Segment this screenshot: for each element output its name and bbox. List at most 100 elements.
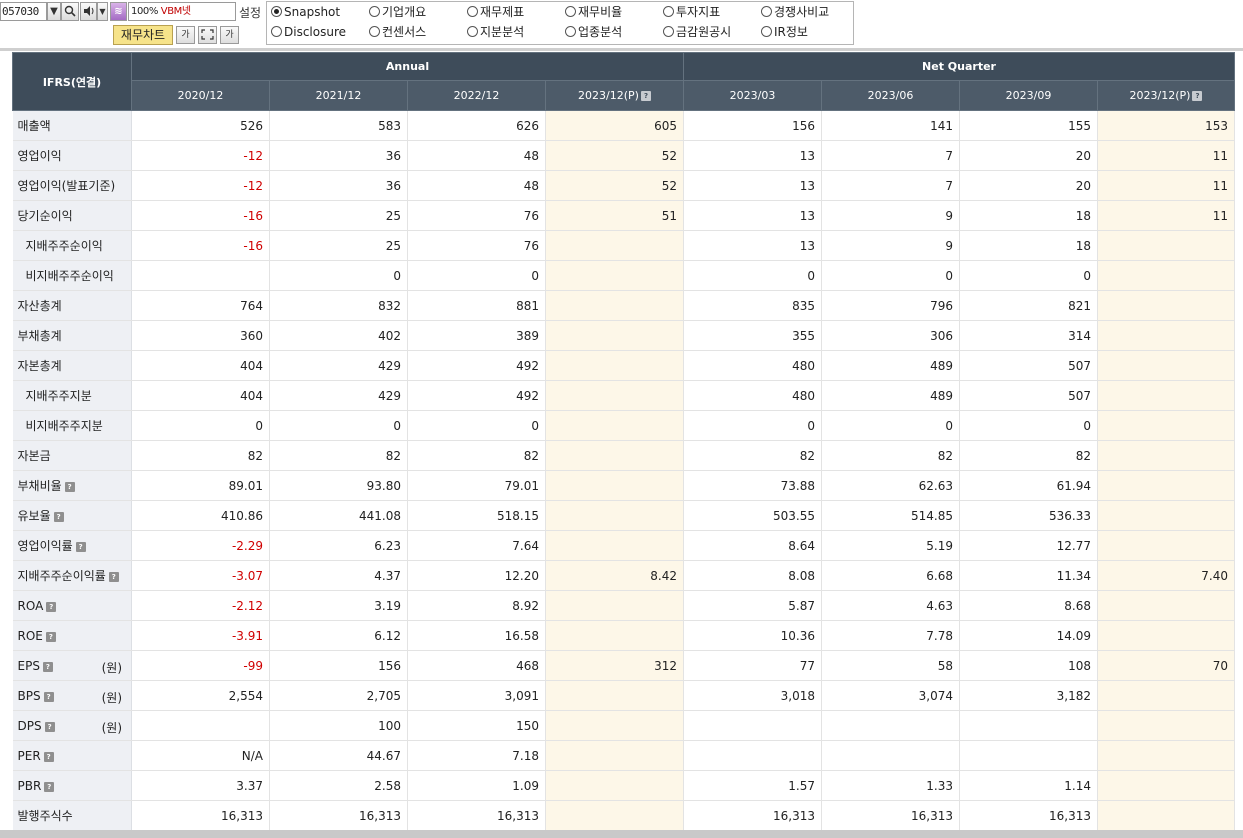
table-cell: 9 bbox=[821, 230, 961, 261]
help-icon[interactable]: ? bbox=[43, 751, 54, 762]
table-cell: 48 bbox=[407, 170, 546, 201]
period-header: 2020/12 bbox=[131, 80, 270, 111]
help-icon[interactable]: ? bbox=[45, 631, 56, 642]
table-cell: 77 bbox=[683, 650, 823, 681]
help-icon[interactable]: ? bbox=[64, 482, 75, 492]
row-label: 매출액 bbox=[12, 110, 132, 141]
help-icon[interactable]: ? bbox=[44, 721, 55, 732]
period-header: 2023/12(P)? bbox=[1097, 80, 1236, 111]
radio-shareholding[interactable]: 지분분석 bbox=[467, 24, 524, 40]
help-icon[interactable]: ? bbox=[53, 512, 64, 522]
table-cell: 0 bbox=[821, 410, 961, 441]
fullscreen-icon[interactable] bbox=[198, 26, 217, 44]
table-cell: 20 bbox=[959, 170, 1099, 201]
table-cell: -2.12 bbox=[131, 590, 270, 621]
table-cell: 1.09 bbox=[407, 770, 546, 801]
row-label: 발행주식수 bbox=[12, 800, 132, 831]
table-cell: 312 bbox=[545, 650, 685, 681]
table-cell: 492 bbox=[407, 380, 546, 411]
table-cell bbox=[545, 740, 685, 771]
search-icon[interactable] bbox=[61, 2, 79, 21]
unit-label: (원) bbox=[101, 691, 122, 705]
font-larger-button[interactable]: 가 bbox=[176, 26, 195, 44]
sound-dropdown-icon[interactable]: ▼ bbox=[97, 2, 108, 21]
row-label: 영업이익 bbox=[12, 140, 132, 171]
row-label-text: 부채비율 bbox=[17, 479, 62, 493]
row-label: 부채비율? bbox=[12, 470, 132, 501]
table-cell: 12.77 bbox=[959, 530, 1099, 561]
radio-disclosure[interactable]: Disclosure bbox=[271, 24, 346, 40]
radio-icon bbox=[467, 26, 478, 37]
table-cell: 492 bbox=[407, 350, 546, 381]
radio-peer-comparison[interactable]: 경쟁사비교 bbox=[761, 4, 829, 20]
financial-summary-table: IFRS(연결) Annual Net Quarter 2020/12 2021/… bbox=[12, 52, 1236, 831]
zoom-selector[interactable]: 100% VBM넷 bbox=[128, 2, 236, 21]
speaker-icon[interactable] bbox=[80, 2, 97, 21]
help-icon[interactable]: ? bbox=[1192, 91, 1203, 101]
table-row: 매출액 526 583 626 605 156 141 155 153 bbox=[12, 110, 1236, 141]
sort-icon[interactable]: ≋ bbox=[110, 2, 127, 21]
radio-fss-disclosure[interactable]: 금감원공시 bbox=[663, 24, 731, 40]
radio-icon bbox=[761, 6, 772, 17]
help-icon[interactable]: ? bbox=[640, 91, 651, 101]
row-label-text: 영업이익(발표기준) bbox=[17, 179, 116, 193]
row-label-text: 부채총계 bbox=[17, 329, 62, 343]
help-icon[interactable]: ? bbox=[43, 691, 54, 702]
table-cell: 16,313 bbox=[407, 800, 546, 831]
table-cell: 468 bbox=[407, 650, 546, 681]
toolbar-divider bbox=[0, 48, 1243, 51]
radio-investment-indicators[interactable]: 투자지표 bbox=[663, 4, 720, 20]
table-cell: 489 bbox=[821, 350, 961, 381]
period-label: 2023/12(P) bbox=[578, 89, 639, 102]
row-label-text: 자본금 bbox=[17, 449, 51, 463]
help-icon[interactable]: ? bbox=[75, 542, 86, 552]
table-cell: 82 bbox=[959, 440, 1099, 471]
table-row: ROE? -3.91 6.12 16.58 10.36 7.78 14.09 bbox=[12, 620, 1236, 651]
radio-industry-analysis[interactable]: 업종분석 bbox=[565, 24, 622, 40]
row-label-text: PER bbox=[17, 748, 41, 763]
table-cell: 0 bbox=[683, 260, 823, 291]
table-cell: 153 bbox=[1097, 110, 1236, 141]
table-cell bbox=[545, 350, 685, 381]
table-cell: 526 bbox=[131, 110, 270, 141]
table-row: PBR? 3.37 2.58 1.09 1.57 1.33 1.14 bbox=[12, 770, 1236, 801]
help-icon[interactable]: ? bbox=[44, 781, 55, 792]
help-icon[interactable]: ? bbox=[108, 572, 119, 582]
table-cell: 73.88 bbox=[683, 470, 823, 501]
radio-label: Disclosure bbox=[284, 25, 347, 39]
help-icon[interactable]: ? bbox=[46, 601, 57, 612]
table-cell: 36 bbox=[269, 140, 408, 171]
radio-ir-info[interactable]: IR정보 bbox=[761, 24, 808, 40]
row-label: ROA? bbox=[12, 590, 132, 621]
font-smaller-button[interactable]: 가 bbox=[220, 26, 239, 44]
radio-label: Snapshot bbox=[284, 5, 341, 19]
table-cell: 150 bbox=[407, 710, 546, 741]
table-cell: 410.86 bbox=[131, 500, 270, 531]
table-cell: 429 bbox=[269, 350, 408, 381]
horizontal-scrollbar[interactable] bbox=[0, 830, 1243, 838]
row-label: DPS? (원) bbox=[12, 710, 132, 741]
table-cell: 18 bbox=[959, 230, 1099, 261]
table-cell: -16 bbox=[131, 200, 270, 231]
table-row: 자산총계 764 832 881 835 796 821 bbox=[12, 290, 1236, 321]
row-label-text: 지배주주지분 bbox=[25, 389, 92, 403]
code-dropdown-icon[interactable]: ▼ bbox=[47, 2, 61, 21]
table-cell: 16,313 bbox=[959, 800, 1099, 831]
radio-icon bbox=[467, 6, 478, 17]
table-cell: 507 bbox=[959, 380, 1099, 411]
help-icon[interactable]: ? bbox=[42, 661, 53, 672]
radio-financial-statements[interactable]: 재무제표 bbox=[467, 4, 524, 20]
financial-chart-button[interactable]: 재무차트 bbox=[113, 25, 173, 45]
table-cell bbox=[1097, 260, 1236, 291]
radio-company-overview[interactable]: 기업개요 bbox=[369, 4, 426, 20]
table-cell: 514.85 bbox=[821, 500, 961, 531]
stock-code-input[interactable]: 057030 bbox=[0, 2, 47, 21]
radio-snapshot[interactable]: Snapshot bbox=[271, 4, 340, 20]
row-label-text: 지배주주순이익률 bbox=[17, 569, 106, 583]
table-cell: 11 bbox=[1097, 200, 1236, 231]
radio-consensus[interactable]: 컨센서스 bbox=[369, 24, 426, 40]
table-row: 부채총계 360 402 389 355 306 314 bbox=[12, 320, 1236, 351]
settings-link[interactable]: 설정 bbox=[239, 4, 261, 21]
font-larger-label: 가 bbox=[181, 30, 190, 40]
radio-financial-ratios[interactable]: 재무비율 bbox=[565, 4, 622, 20]
